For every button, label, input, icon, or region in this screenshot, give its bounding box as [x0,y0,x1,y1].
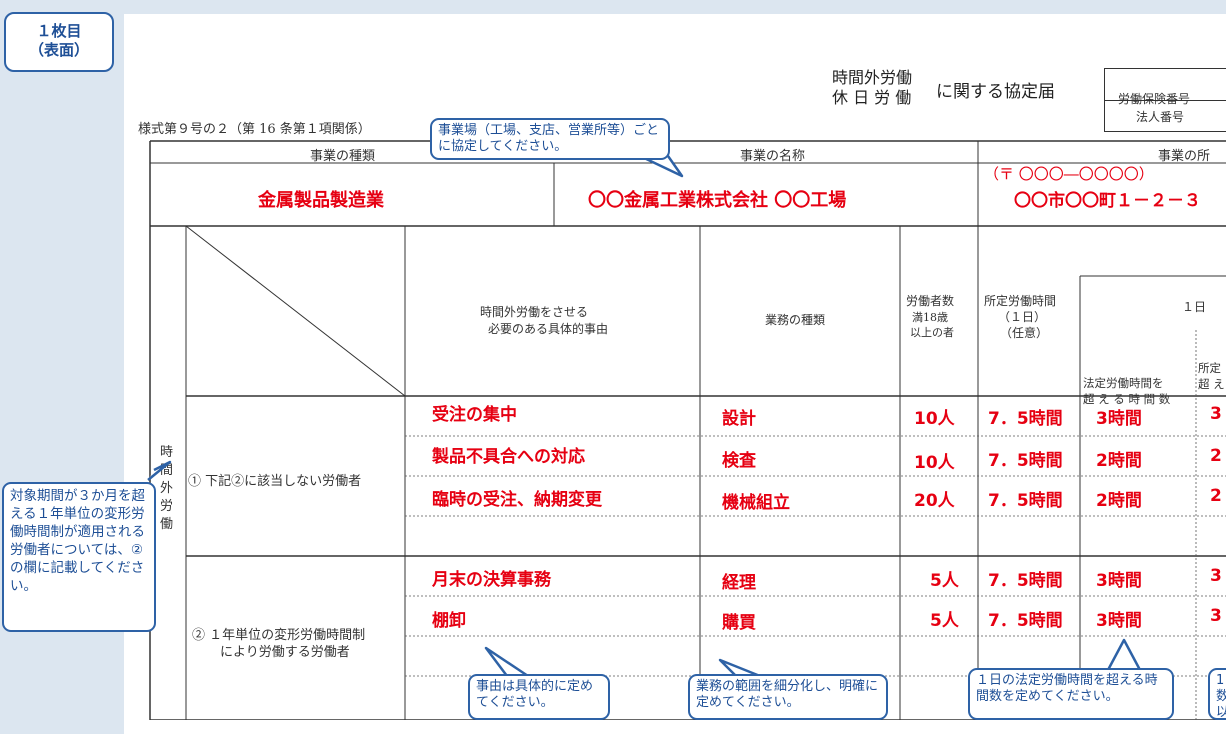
callout-period: 対象期間が３か月を超える１年単位の変形労働時間制が適用される労働者については、②… [2,482,156,632]
callout-reason: 事由は具体的に定めてください。 [468,674,610,720]
callout-right-partial: 1 数 以 [1208,668,1226,720]
callout-legal-hours: １日の法定労働時間を超える時間数を定めてください。 [968,668,1174,720]
callout-per-site: 事業場（工場、支店、営業所等）ごとに協定してください。 [430,118,670,160]
callout-work-scope: 業務の範囲を細分化し、明確に定めてください。 [688,674,888,720]
callout-tails [147,154,1142,678]
